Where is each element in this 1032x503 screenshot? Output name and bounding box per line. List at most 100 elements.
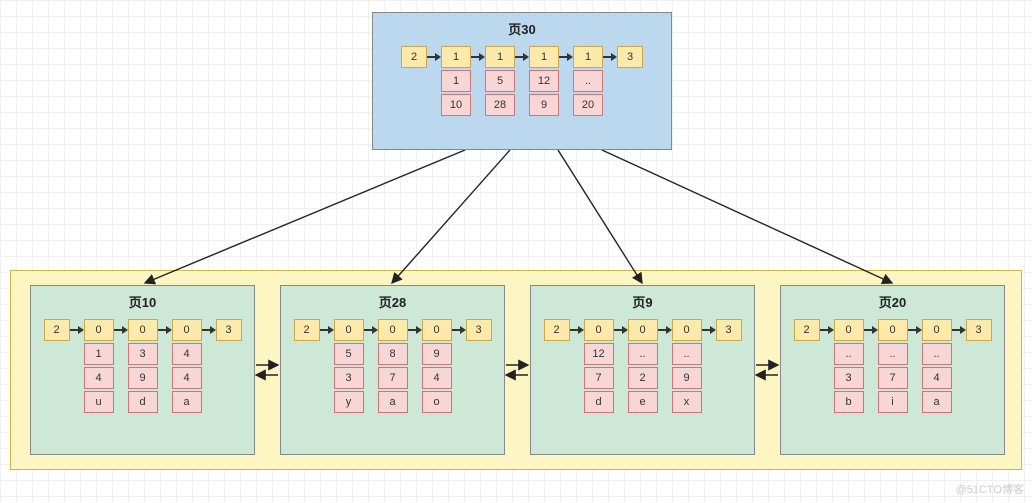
leaf-col-cell: 7 (878, 367, 908, 389)
leaf-col-cell: 7 (378, 367, 408, 389)
leaf-col-cell: 4 (84, 367, 114, 389)
root-col-head: 1 (573, 46, 603, 68)
leaf-col-cell: 2 (628, 367, 658, 389)
leaf-col-cell: u (84, 391, 114, 413)
leaf-col-cell: 4 (172, 367, 202, 389)
leaf-col-cell: a (172, 391, 202, 413)
root-col-cell: 28 (485, 94, 515, 116)
arrow-icon (559, 46, 573, 68)
leaf-col-cell: .. (922, 343, 952, 365)
root-col-head: 1 (441, 46, 471, 68)
root-col-cell: 10 (441, 94, 471, 116)
root-col-0: 1 1 10 (441, 46, 471, 116)
arrow-icon (471, 46, 485, 68)
root-col-cell: 1 (441, 70, 471, 92)
leaf-col-head: 0 (172, 319, 202, 341)
leaf-col-cell: 4 (422, 367, 452, 389)
leaf-col-cell: 8 (378, 343, 408, 365)
arrow-icon (202, 319, 216, 341)
leaf-col-head: 0 (334, 319, 364, 341)
leaf-col-head: 0 (878, 319, 908, 341)
leaf-col: 0 5 3 y (334, 319, 364, 413)
leaf-row: 2 0 5 3 y 0 8 7 a 0 9 4 o 3 (281, 315, 504, 423)
leaf-col: 0 .. 4 a (922, 319, 952, 413)
arrow-icon (908, 319, 922, 341)
arrow-icon (515, 46, 529, 68)
leaf-col-cell: 1 (84, 343, 114, 365)
arrow-icon (658, 319, 672, 341)
root-col-head: 1 (485, 46, 515, 68)
leaf-col-head: 0 (922, 319, 952, 341)
arrow-icon (114, 319, 128, 341)
leaf-col-cell: 9 (672, 367, 702, 389)
leaf-tail-cell: 3 (716, 319, 742, 341)
leaf-col: 0 4 4 a (172, 319, 202, 413)
arrow-icon (158, 319, 172, 341)
leaf-row: 2 0 12 7 d 0 .. 2 e 0 .. 9 x (531, 315, 754, 423)
leaf-col-cell: b (834, 391, 864, 413)
leaf-col-head: 0 (672, 319, 702, 341)
root-page: 页30 2 1 1 10 1 5 28 1 12 9 1 (372, 12, 672, 150)
leaf-col: 0 9 4 o (422, 319, 452, 413)
leaf-page-2: 页9 2 0 12 7 d 0 .. 2 e 0 .. 9 x (530, 285, 755, 455)
root-col-cell: 20 (573, 94, 603, 116)
arrow-icon (364, 319, 378, 341)
leaf-lead-cell: 2 (294, 319, 320, 341)
root-col-cell: .. (573, 70, 603, 92)
root-col-1: 1 5 28 (485, 46, 515, 116)
leaf-col-head: 0 (584, 319, 614, 341)
leaf-col-cell: 3 (334, 367, 364, 389)
leaf-page-title: 页28 (281, 286, 504, 315)
leaf-col-cell: 9 (422, 343, 452, 365)
arrow-icon (320, 319, 334, 341)
leaf-col-cell: 3 (834, 367, 864, 389)
leaf-col-head: 0 (84, 319, 114, 341)
root-tail-cell: 3 (617, 46, 643, 68)
leaf-page-title: 页9 (531, 286, 754, 315)
leaf-col-cell: 9 (128, 367, 158, 389)
arrow-icon (452, 319, 466, 341)
arrow-icon (408, 319, 422, 341)
arrow-icon (952, 319, 966, 341)
leaf-col-cell: 5 (334, 343, 364, 365)
leaf-col-cell: 7 (584, 367, 614, 389)
root-col-cell: 9 (529, 94, 559, 116)
leaf-col-cell: .. (834, 343, 864, 365)
arrow-icon (702, 319, 716, 341)
leaf-lead-cell: 2 (794, 319, 820, 341)
arrow-icon (614, 319, 628, 341)
leaf-col-head: 0 (628, 319, 658, 341)
leaf-col-cell: .. (628, 343, 658, 365)
leaf-col: 0 12 7 d (584, 319, 614, 413)
leaf-page-3: 页20 2 0 .. 3 b 0 .. 7 i 0 .. 4 a (780, 285, 1005, 455)
leaf-col-cell: a (922, 391, 952, 413)
arrow-icon (570, 319, 584, 341)
leaf-col-cell: d (584, 391, 614, 413)
leaf-tail-cell: 3 (216, 319, 242, 341)
root-row: 2 1 1 10 1 5 28 1 12 9 1 .. (373, 42, 671, 126)
root-col-head: 1 (529, 46, 559, 68)
leaf-tail-cell: 3 (966, 319, 992, 341)
leaf-page-title: 页10 (31, 286, 254, 315)
root-col-2: 1 12 9 (529, 46, 559, 116)
leaf-col-head: 0 (422, 319, 452, 341)
leaf-col: 0 .. 9 x (672, 319, 702, 413)
leaf-tail-cell: 3 (466, 319, 492, 341)
leaf-col-cell: 4 (172, 343, 202, 365)
leaf-col-cell: i (878, 391, 908, 413)
leaf-col-cell: 3 (128, 343, 158, 365)
leaf-col: 0 .. 7 i (878, 319, 908, 413)
root-page-title: 页30 (373, 13, 671, 42)
leaf-col-cell: d (128, 391, 158, 413)
watermark: @51CTO博客 (956, 481, 1024, 497)
leaf-col-cell: x (672, 391, 702, 413)
root-lead-cell: 2 (401, 46, 427, 68)
leaf-page-title: 页20 (781, 286, 1004, 315)
leaf-page-0: 页10 2 0 1 4 u 0 3 9 d 0 4 4 a (30, 285, 255, 455)
leaf-col-cell: a (378, 391, 408, 413)
arrow-icon (820, 319, 834, 341)
leaf-col-cell: .. (672, 343, 702, 365)
leaf-col-cell: y (334, 391, 364, 413)
root-col-3: 1 .. 20 (573, 46, 603, 116)
leaf-col: 0 .. 3 b (834, 319, 864, 413)
